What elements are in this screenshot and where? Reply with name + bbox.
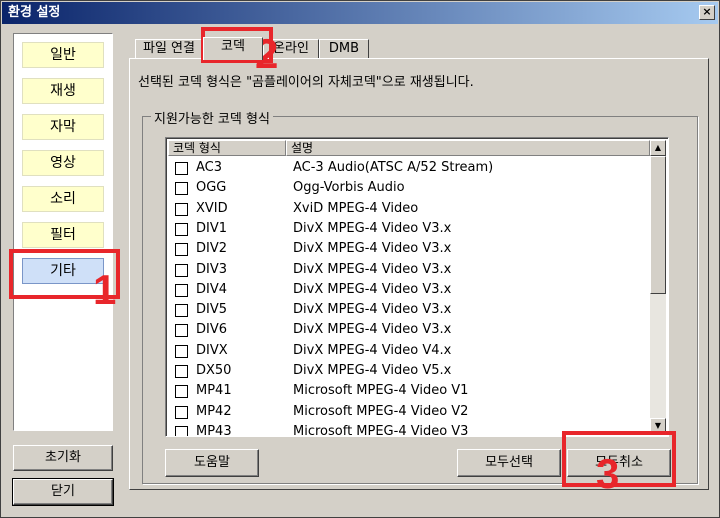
codec-checkbox[interactable]: [175, 243, 188, 257]
sidebar-item-filter[interactable]: 필터: [22, 222, 104, 248]
sidebar-item-subtitle[interactable]: 자막: [22, 114, 104, 140]
codec-checkbox[interactable]: [175, 263, 188, 277]
annotation-number-1: 1: [93, 266, 117, 313]
list-item[interactable]: MP42 Microsoft MPEG-4 Video V2: [168, 402, 650, 422]
list-item[interactable]: XVID XviD MPEG-4 Video: [168, 199, 650, 219]
codec-name: DX50: [196, 363, 232, 378]
preferences-window: 환경 설정 × 일반 재생 자막 영상 소리 필터 기타 초기화 닫기 파일 연…: [0, 0, 720, 518]
codec-description-cell: Microsoft MPEG-4 Video V2: [293, 403, 469, 419]
sidebar-item-audio[interactable]: 소리: [22, 186, 104, 212]
tab-dmb[interactable]: DMB: [319, 39, 369, 59]
codec-checkbox[interactable]: [175, 182, 188, 196]
sidebar-item-playback[interactable]: 재생: [22, 78, 104, 104]
category-sidebar: 일반 재생 자막 영상 소리 필터 기타: [13, 33, 113, 431]
codec-name: MP42: [196, 403, 232, 419]
codec-description: 선택된 코덱 형식은 "곰플레이어의 자체코덱"으로 재생됩니다.: [138, 75, 474, 90]
close-button[interactable]: 닫기: [12, 478, 114, 506]
select-all-button[interactable]: 모두선택: [457, 449, 561, 477]
sidebar-item-video[interactable]: 영상: [22, 150, 104, 176]
codec-name: DIV4: [196, 281, 228, 297]
codec-checkbox[interactable]: [175, 162, 188, 175]
list-item[interactable]: DIV5 DivX MPEG-4 Video V3.x: [168, 300, 650, 320]
list-header: 코덱 형식 설명: [168, 140, 650, 156]
codec-description-cell: DivX MPEG-4 Video V3.x: [293, 261, 452, 277]
list-item[interactable]: DIV2 DivX MPEG-4 Video V3.x: [168, 239, 650, 259]
reset-button[interactable]: 초기화: [13, 445, 113, 471]
codec-name: XVID: [196, 200, 228, 216]
codec-name: DIV2: [196, 241, 228, 257]
title-bar: 환경 설정 ×: [2, 2, 718, 24]
list-item[interactable]: DIV4 DivX MPEG-4 Video V3.x: [168, 280, 650, 300]
codec-tab-panel: 선택된 코덱 형식은 "곰플레이어의 자체코덱"으로 재생됩니다. 지원가능한 …: [129, 58, 709, 490]
codec-checkbox[interactable]: [175, 385, 188, 399]
list-scrollbar[interactable]: ▲ ▼: [650, 140, 666, 434]
codec-description-cell: DivX MPEG-4 Video V3.x: [293, 322, 452, 338]
codec-checkbox[interactable]: [175, 283, 188, 297]
codec-description-cell: DivX MPEG-4 Video V3.x: [293, 241, 452, 257]
codec-description-cell: XviD MPEG-4 Video: [293, 200, 419, 216]
codec-checkbox[interactable]: [175, 425, 188, 436]
codec-description-cell: DivX MPEG-4 Video V3.x: [293, 281, 452, 297]
codec-name: DIV5: [196, 302, 228, 318]
list-item[interactable]: DIV3 DivX MPEG-4 Video V3.x: [168, 260, 650, 280]
scroll-up-icon[interactable]: ▲: [650, 140, 666, 156]
codec-list[interactable]: 코덱 형식 설명 AC3 AC-3 Audio(ATSC A/52 Stream)…: [165, 137, 669, 437]
codec-name: DIVX: [196, 342, 228, 358]
codec-name: DIV1: [196, 220, 228, 236]
column-header-codec[interactable]: 코덱 형식: [168, 140, 286, 156]
list-item[interactable]: DIV1 DivX MPEG-4 Video V3.x: [168, 219, 650, 239]
group-title: 지원가능한 코덱 형식: [151, 108, 273, 127]
codec-checkbox[interactable]: [175, 304, 188, 318]
annotation-number-3: 3: [596, 450, 620, 497]
help-button[interactable]: 도움말: [165, 449, 259, 477]
list-item[interactable]: DIVX DivX MPEG-4 Video V4.x: [168, 341, 650, 361]
list-item[interactable]: MP41 Microsoft MPEG-4 Video V1: [168, 381, 650, 401]
tab-file-association[interactable]: 파일 연결: [135, 39, 203, 59]
sidebar-item-general[interactable]: 일반: [22, 42, 104, 68]
list-item[interactable]: DX50 DivX MPEG-4 Video V5.x: [168, 361, 650, 381]
codec-checkbox[interactable]: [175, 365, 188, 378]
list-item[interactable]: OGG Ogg-Vorbis Audio: [168, 178, 650, 198]
codec-name: DIV3: [196, 261, 228, 277]
codec-checkbox[interactable]: [175, 324, 188, 338]
close-icon[interactable]: ×: [699, 5, 715, 20]
codec-checkbox[interactable]: [175, 222, 188, 236]
codec-description-cell: AC-3 Audio(ATSC A/52 Stream): [293, 160, 494, 175]
supported-codecs-group: 지원가능한 코덱 형식 코덱 형식 설명 AC3 AC-3 Audio(ATSC …: [142, 108, 698, 484]
codec-description-cell: DivX MPEG-4 Video V5.x: [293, 363, 452, 378]
codec-description-cell: DivX MPEG-4 Video V4.x: [293, 342, 452, 358]
codec-description-cell: Ogg-Vorbis Audio: [293, 180, 405, 196]
list-item[interactable]: DIV6 DivX MPEG-4 Video V3.x: [168, 320, 650, 340]
codec-description-cell: DivX MPEG-4 Video V3.x: [293, 302, 452, 318]
window-title: 환경 설정: [8, 5, 61, 20]
codec-name: MP43: [196, 423, 232, 437]
codec-description-cell: Microsoft MPEG-4 Video V1: [293, 383, 469, 399]
codec-description-cell: DivX MPEG-4 Video V3.x: [293, 220, 452, 236]
codec-name: MP41: [196, 383, 232, 399]
codec-name: AC3: [196, 160, 223, 175]
codec-name: DIV6: [196, 322, 228, 338]
codec-name: OGG: [196, 180, 227, 196]
list-item[interactable]: AC3 AC-3 Audio(ATSC A/52 Stream): [168, 158, 650, 178]
codec-description-cell: Microsoft MPEG-4 Video V3: [293, 423, 469, 437]
codec-checkbox[interactable]: [175, 344, 188, 358]
codec-checkbox[interactable]: [175, 405, 188, 419]
codec-checkbox[interactable]: [175, 202, 188, 216]
scrollbar-thumb[interactable]: [650, 156, 666, 294]
column-header-description[interactable]: 설명: [286, 140, 650, 156]
tab-codec[interactable]: 코덱: [203, 37, 263, 60]
